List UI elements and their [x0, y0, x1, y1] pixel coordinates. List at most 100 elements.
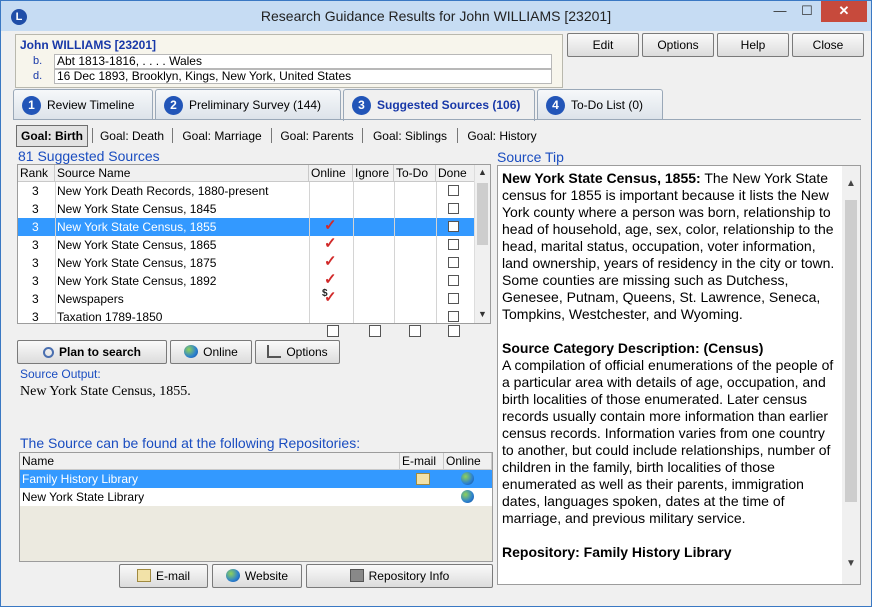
done-filter-checkbox[interactable] — [448, 325, 460, 337]
done-checkbox[interactable] — [448, 257, 459, 268]
tab-number: 4 — [546, 96, 565, 116]
globe-icon[interactable] — [461, 472, 474, 485]
email-icon[interactable] — [416, 473, 430, 485]
tip-scrollbar[interactable]: ▲ ▼ — [842, 166, 860, 584]
website-button[interactable]: Website — [212, 564, 302, 588]
done-checkbox[interactable] — [448, 239, 459, 250]
close-window-button[interactable]: ✕ — [821, 1, 867, 22]
repositories-grid: Name E-mail Online Family History Librar… — [19, 452, 493, 562]
ignore-filter-checkbox[interactable] — [369, 325, 381, 337]
repo-row[interactable]: Family History Library — [20, 470, 492, 488]
goal-history[interactable]: Goal: History — [461, 125, 543, 147]
globe-icon[interactable] — [461, 490, 474, 503]
source-name: New York State Census, 1865 — [57, 238, 217, 252]
column-divider — [394, 272, 395, 290]
column-divider — [436, 290, 437, 308]
death-label: d. — [33, 70, 43, 82]
tab-preliminary-survey[interactable]: 2 Preliminary Survey (144) — [155, 89, 341, 119]
tab-number: 3 — [352, 96, 371, 116]
done-checkbox[interactable] — [448, 275, 459, 286]
col-ignore[interactable]: Ignore — [353, 165, 394, 182]
goal-siblings[interactable]: Goal: Siblings — [366, 125, 454, 147]
source-options-button[interactable]: Options — [255, 340, 340, 364]
help-button[interactable]: Help — [717, 33, 789, 57]
tab-divider — [13, 119, 861, 120]
source-output-label: Source Output: — [20, 367, 101, 381]
window-title: Research Guidance Results for John WILLI… — [260, 8, 612, 24]
column-divider — [394, 308, 395, 323]
column-divider — [309, 290, 310, 308]
column-divider — [55, 200, 56, 218]
main-window: L Research Guidance Results for John WIL… — [0, 0, 872, 607]
scroll-up-icon[interactable]: ▲ — [478, 167, 487, 177]
col-done[interactable]: Done — [436, 165, 476, 182]
scroll-thumb[interactable] — [845, 200, 857, 502]
source-row[interactable]: 3 Newspapers $ ✓ — [18, 288, 476, 308]
goal-marriage[interactable]: Goal: Marriage — [176, 125, 268, 147]
source-row[interactable]: 3 Taxation 1789-1850 — [18, 308, 476, 324]
done-checkbox[interactable] — [448, 203, 459, 214]
options-button[interactable]: Options — [642, 33, 714, 57]
column-divider — [353, 200, 354, 218]
repo-row[interactable]: New York State Library — [20, 488, 492, 506]
source-row[interactable]: 3 New York State Census, 1865 ✓ — [18, 236, 476, 254]
done-checkbox[interactable] — [448, 311, 459, 322]
source-row[interactable]: 3 New York State Census, 1892 ✓ — [18, 272, 476, 290]
goal-divider — [457, 128, 458, 143]
col-source-name[interactable]: Source Name — [55, 165, 309, 182]
source-row[interactable]: 3 New York State Census, 1855 ✓ — [18, 218, 476, 236]
todo-filter-checkbox[interactable] — [409, 325, 421, 337]
tab-review-timeline[interactable]: 1 Review Timeline — [13, 89, 153, 119]
done-checkbox[interactable] — [448, 293, 459, 304]
minimize-button[interactable]: — — [766, 1, 794, 22]
tab-to-do-list[interactable]: 4 To-Do List (0) — [537, 89, 663, 119]
scroll-up-icon[interactable]: ▲ — [846, 178, 856, 189]
source-output-text: New York State Census, 1855. — [20, 384, 191, 399]
source-rank: 3 — [32, 310, 39, 324]
plan-to-search-button[interactable]: Plan to search — [17, 340, 167, 364]
person-name[interactable]: John WILLIAMS [23201] — [20, 38, 156, 52]
email-button[interactable]: E-mail — [119, 564, 208, 588]
building-icon — [349, 569, 364, 582]
col-todo[interactable]: To-Do — [394, 165, 436, 182]
goal-death[interactable]: Goal: Death — [95, 125, 169, 147]
column-divider — [436, 272, 437, 290]
col-repo-email[interactable]: E-mail — [400, 453, 444, 470]
repository-info-button[interactable]: Repository Info — [306, 564, 493, 588]
title-bar: L Research Guidance Results for John WIL… — [1, 1, 871, 31]
col-repo-name[interactable]: Name — [20, 453, 400, 470]
scroll-down-icon[interactable]: ▼ — [478, 309, 487, 319]
maximize-button[interactable]: ☐ — [794, 1, 820, 22]
source-row[interactable]: 3 New York State Census, 1845 — [18, 200, 476, 218]
tab-number: 1 — [22, 96, 41, 116]
col-repo-online[interactable]: Online — [444, 453, 492, 470]
sources-scrollbar[interactable]: ▲ ▼ — [474, 165, 490, 323]
scroll-down-icon[interactable]: ▼ — [846, 558, 856, 569]
person-summary: John WILLIAMS [23201] b. Abt 1813-1816, … — [15, 34, 563, 88]
scroll-thumb[interactable] — [477, 183, 488, 245]
edit-button[interactable]: Edit — [567, 33, 639, 57]
tab-suggested-sources[interactable]: 3 Suggested Sources (106) — [343, 89, 535, 121]
online-button[interactable]: Online — [170, 340, 252, 364]
column-divider — [309, 236, 310, 254]
goal-parents[interactable]: Goal: Parents — [275, 125, 359, 147]
goal-divider — [172, 128, 173, 143]
source-rank: 3 — [32, 274, 39, 288]
done-checkbox[interactable] — [448, 221, 459, 232]
column-divider — [436, 200, 437, 218]
online-check-icon: ✓ — [324, 289, 337, 306]
done-checkbox[interactable] — [448, 185, 459, 196]
tip-spacer — [502, 527, 836, 544]
online-filter-checkbox[interactable] — [327, 325, 339, 337]
column-divider — [353, 254, 354, 272]
column-divider — [55, 290, 56, 308]
source-row[interactable]: 3 New York State Census, 1875 ✓ — [18, 254, 476, 272]
source-row[interactable]: 3 New York Death Records, 1880-present — [18, 182, 476, 200]
goal-birth[interactable]: Goal: Birth — [16, 125, 88, 147]
tab-label: Review Timeline — [47, 98, 135, 112]
close-button[interactable]: Close — [792, 33, 864, 57]
tab-label: To-Do List (0) — [571, 98, 644, 112]
repository-info-label: Repository Info — [368, 569, 450, 583]
col-online[interactable]: Online — [309, 165, 353, 182]
col-rank[interactable]: Rank — [18, 165, 55, 182]
